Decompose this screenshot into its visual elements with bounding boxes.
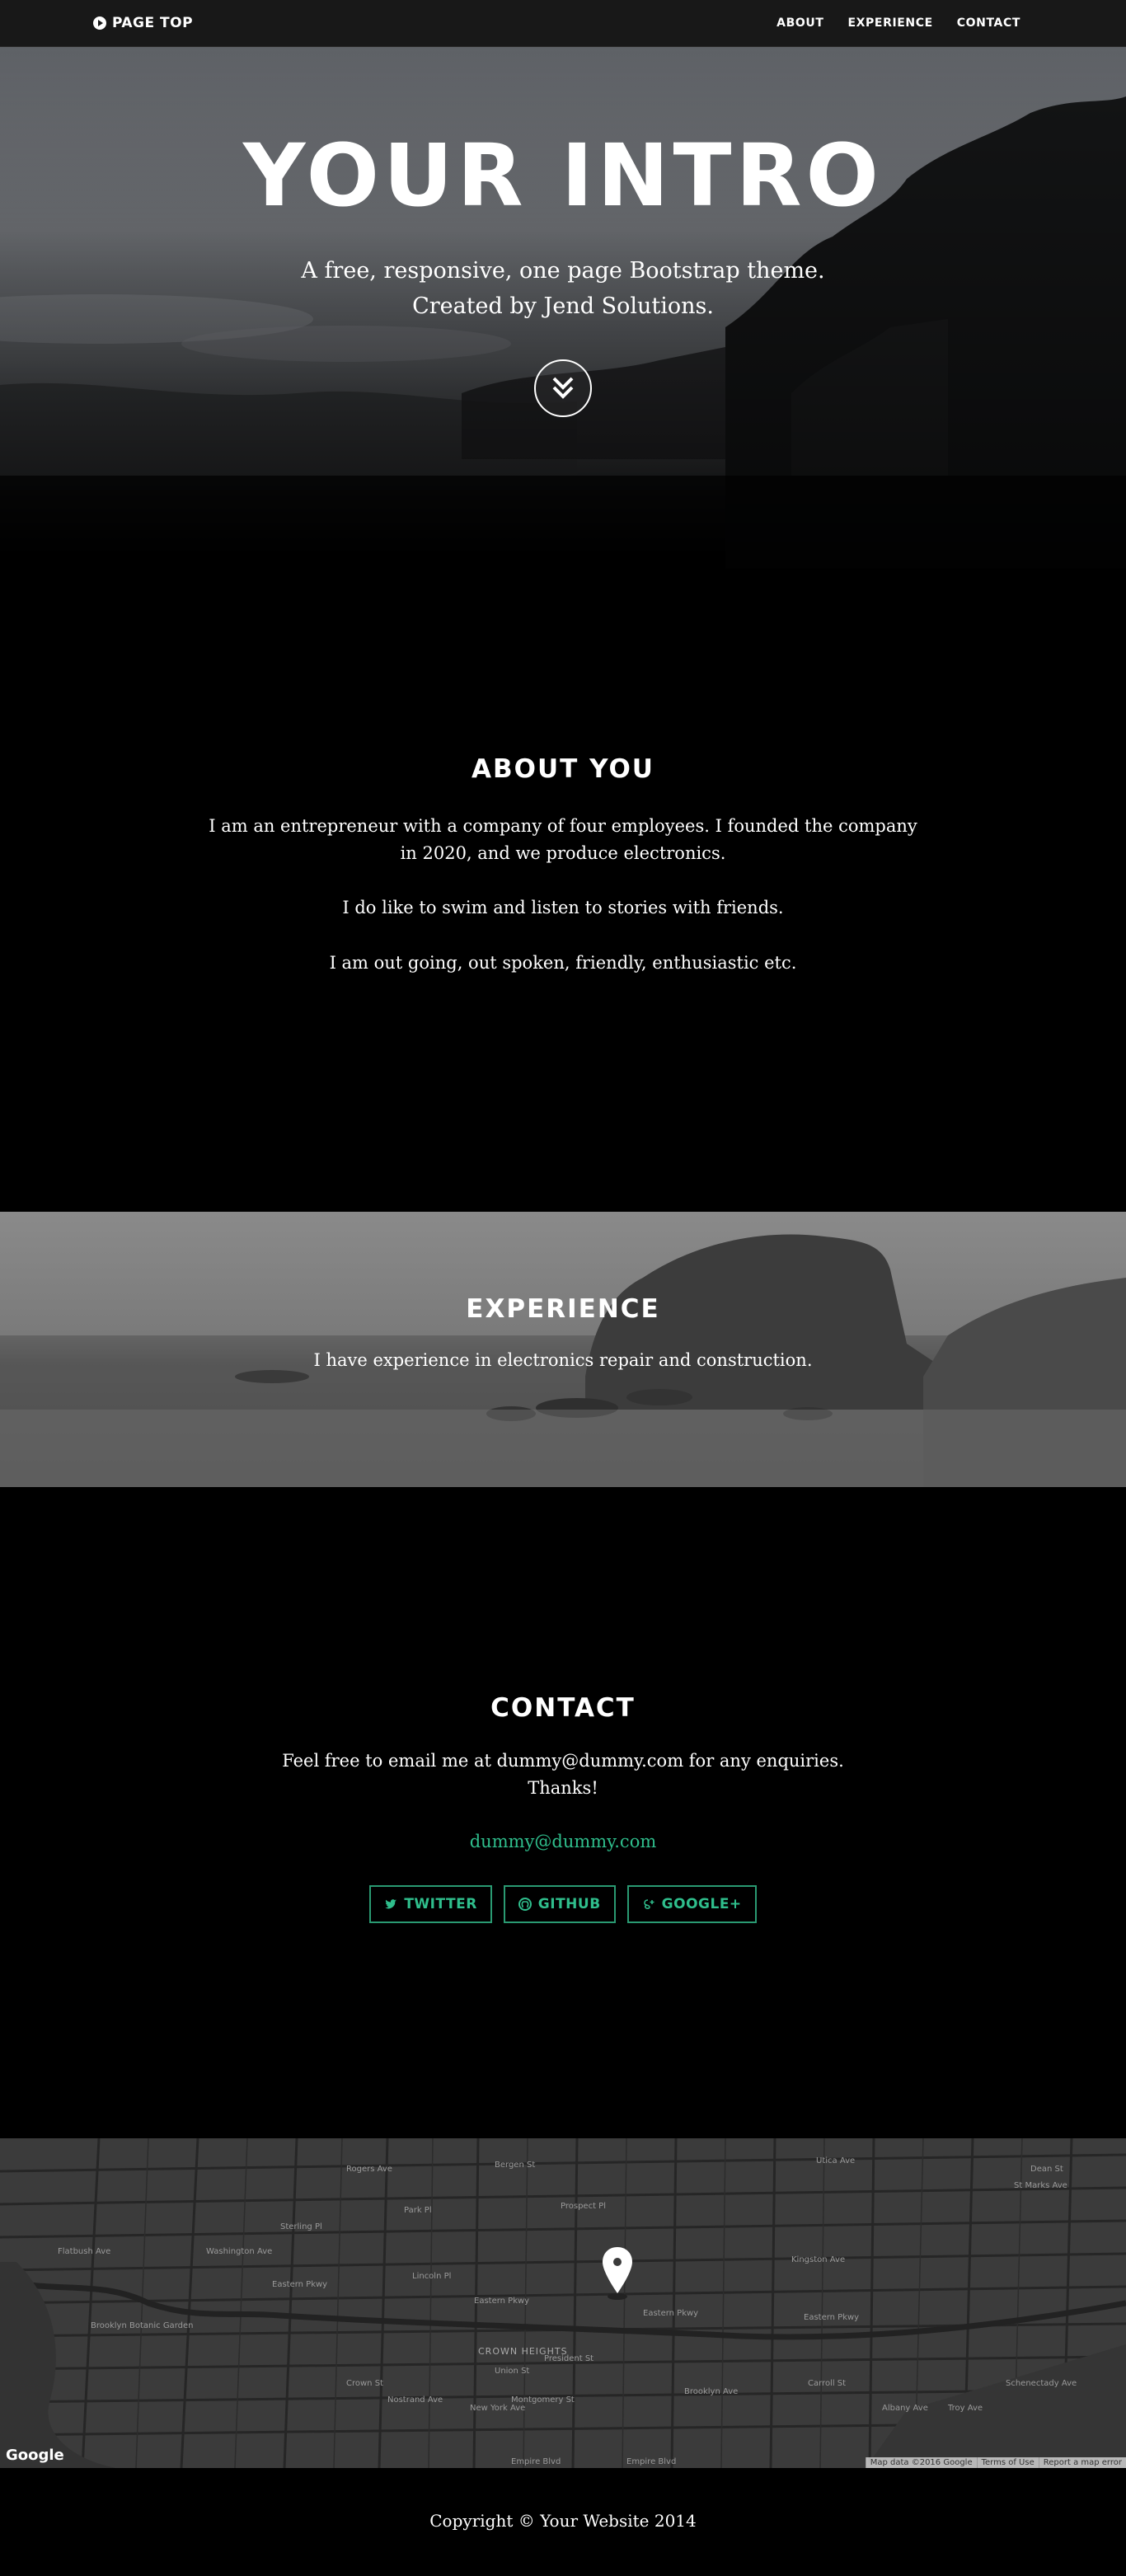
intro-section: YOUR INTRO A free, responsive, one page …	[0, 47, 1126, 569]
map-street-label: Brooklyn Ave	[684, 2387, 738, 2396]
map-neighborhood-label: CROWN HEIGHTS	[478, 2346, 568, 2357]
map-street-label: Washington Ave	[206, 2247, 272, 2256]
twitter-icon	[385, 1899, 397, 1909]
hero-subtitle-line1: A free, responsive, one page Bootstrap t…	[301, 258, 825, 284]
nav-link-contact[interactable]: CONTACT	[957, 16, 1020, 30]
google-plus-icon	[643, 1899, 654, 1909]
map-street-label: Carroll St	[808, 2379, 846, 2388]
google-plus-button[interactable]: GOOGLE+	[626, 1885, 757, 1923]
scroll-down-button[interactable]	[534, 359, 592, 417]
about-paragraph-1-line1: I am an entrepreneur with a company of f…	[209, 816, 917, 836]
github-icon	[518, 1898, 532, 1911]
github-label: GITHUB	[537, 1896, 601, 1912]
map-street-label: Eastern Pkwy	[643, 2309, 698, 2318]
map-street-label: Schenectady Ave	[1006, 2379, 1077, 2388]
map-street-label: Troy Ave	[947, 2404, 983, 2413]
map-street-label: New York Ave	[470, 2404, 525, 2413]
map-data-text: Map data ©2016 Google	[865, 2457, 977, 2468]
about-paragraph-1: I am an entrepreneur with a company of f…	[0, 813, 1126, 867]
map-street-label: Empire Blvd	[511, 2457, 561, 2466]
map-street-label: Sterling Pl	[280, 2222, 322, 2231]
footer: Copyright © Your Website 2014	[0, 2468, 1126, 2576]
about-paragraph-1-line2: in 2020, and we produce electronics.	[400, 843, 726, 863]
experience-section: EXPERIENCE I have experience in electron…	[0, 1212, 1126, 1487]
map-marker-icon[interactable]	[601, 2245, 634, 2303]
contact-text-line2: Thanks!	[528, 1778, 598, 1798]
about-paragraph-3: I am out going, out spoken, friendly, en…	[329, 953, 797, 973]
hero-subtitle: A free, responsive, one page Bootstrap t…	[0, 253, 1126, 324]
contact-text: Feel free to email me at dummy@dummy.com…	[0, 1748, 1126, 1802]
github-button[interactable]: GITHUB	[503, 1885, 616, 1923]
map-street-label: Empire Blvd	[626, 2457, 676, 2466]
map-street-label: Crown St	[346, 2379, 383, 2388]
play-circle-icon	[93, 16, 106, 30]
map-street-label: Albany Ave	[882, 2404, 928, 2413]
contact-title: CONTACT	[490, 1693, 636, 1723]
twitter-button[interactable]: TWITTER	[369, 1885, 492, 1923]
twitter-label: TWITTER	[404, 1896, 477, 1912]
map-street-label: Brooklyn Botanic Garden	[91, 2321, 193, 2330]
map-street-label: Dean St	[1030, 2165, 1063, 2174]
map-street-label: Park Pl	[404, 2206, 432, 2215]
hero-subtitle-line2: Created by Jend Solutions.	[412, 293, 714, 319]
map-street-label: Lincoln Pl	[412, 2272, 451, 2281]
about-paragraph-2: I do like to swim and listen to stories …	[342, 898, 784, 917]
google-logo[interactable]: Google	[6, 2447, 64, 2464]
social-buttons: TWITTER GITHUB GOOGLE+	[0, 1885, 1126, 1923]
map-street-label: Kingston Ave	[791, 2255, 845, 2264]
map-street-label: Bergen St	[495, 2161, 535, 2170]
map-street-label: Eastern Pkwy	[474, 2297, 529, 2306]
navbar: PAGE TOP ABOUT EXPERIENCE CONTACT	[0, 0, 1126, 47]
map-street-label: Flatbush Ave	[58, 2247, 110, 2256]
experience-text: I have experience in electronics repair …	[313, 1350, 813, 1370]
about-section: ABOUT YOU I am an entrepreneur with a co…	[0, 569, 1126, 1212]
contact-text-line1: Feel free to email me at dummy@dummy.com…	[282, 1751, 844, 1771]
report-map-error-link[interactable]: Report a map error	[1038, 2457, 1126, 2468]
map-section[interactable]: Eastern Pkwy Eastern Pkwy Eastern Pkwy East…	[0, 2138, 1126, 2468]
map-tiles[interactable]: Eastern Pkwy Eastern Pkwy Eastern Pkwy East…	[0, 2138, 1126, 2468]
contact-section: CONTACT Feel free to email me at dummy@d…	[0, 1487, 1126, 2138]
hero-title: YOUR INTRO	[243, 125, 883, 226]
page-top-link[interactable]: PAGE TOP	[93, 15, 193, 31]
map-street-label: Eastern Pkwy	[272, 2280, 327, 2289]
double-chevron-down-icon	[552, 377, 574, 399]
map-street-label: Prospect Pl	[561, 2202, 606, 2211]
map-street-label: Utica Ave	[816, 2156, 855, 2165]
map-street-label: Eastern Pkwy	[804, 2313, 859, 2322]
terms-of-use-link[interactable]: Terms of Use	[976, 2457, 1039, 2468]
copyright-text: Copyright © Your Website 2014	[429, 2511, 697, 2531]
map-attribution: Map data ©2016 Google Terms of Use Repor…	[865, 2457, 1126, 2468]
experience-title: EXPERIENCE	[466, 1294, 660, 1324]
about-title: ABOUT YOU	[472, 754, 654, 784]
map-street-label: Union St	[495, 2367, 529, 2376]
contact-email-link[interactable]: dummy@dummy.com	[0, 1832, 1126, 1851]
brand-label: PAGE TOP	[112, 15, 194, 31]
experience-background-image	[0, 1212, 1126, 1487]
map-street-label: Rogers Ave	[346, 2165, 392, 2174]
map-street-label: St Marks Ave	[1014, 2181, 1067, 2190]
google-plus-label: GOOGLE+	[661, 1896, 742, 1912]
nav-links: ABOUT EXPERIENCE CONTACT	[776, 16, 1020, 30]
map-street-label: Nostrand Ave	[387, 2395, 443, 2405]
nav-link-about[interactable]: ABOUT	[776, 16, 823, 30]
nav-link-experience[interactable]: EXPERIENCE	[847, 16, 932, 30]
